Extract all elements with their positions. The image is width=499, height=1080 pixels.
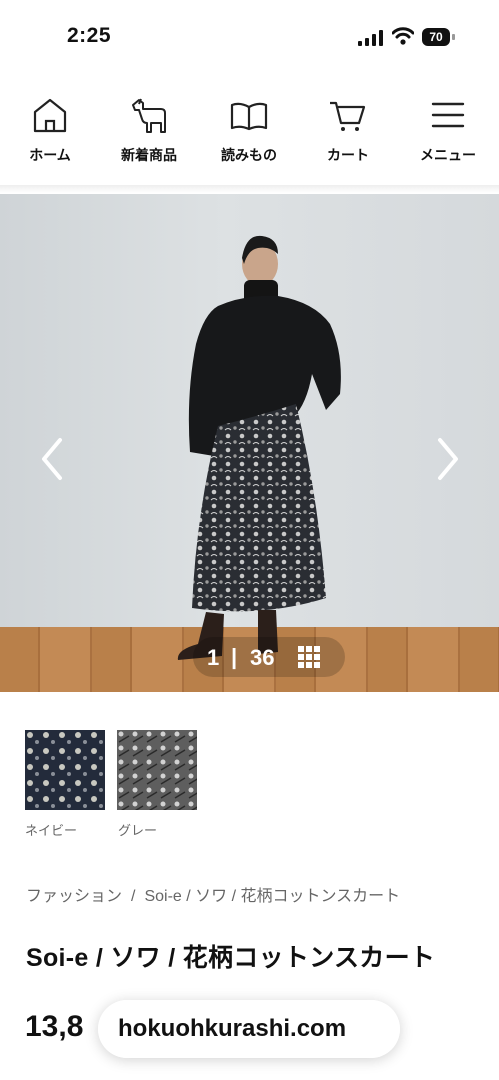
gray-fabric-thumbnail <box>117 730 197 810</box>
status-time: 2:25 <box>67 24 112 47</box>
cart-icon <box>330 101 366 131</box>
product-photo <box>177 235 341 660</box>
image-counter-current: 1 <box>207 645 220 670</box>
color-swatch-label: ネイビー <box>25 823 78 838</box>
image-counter-total: 36 <box>250 645 275 670</box>
nav-item-home[interactable]: ホーム <box>5 95 95 165</box>
battery-icon: 70 <box>422 28 456 46</box>
product-image-carousel[interactable]: 1 | 36 <box>0 194 499 692</box>
product-title: Soi-e / ソワ / 花柄コットンスカート <box>26 944 436 972</box>
status-bar: 2:25 70 <box>0 0 499 70</box>
nav-divider <box>0 185 499 193</box>
product-price: 13,8 <box>25 1010 84 1043</box>
breadcrumb-item-fashion[interactable]: ファッション <box>26 882 122 906</box>
nav-item-label: 新着商品 <box>121 147 177 163</box>
book-icon <box>230 102 268 131</box>
horse-icon <box>132 98 166 133</box>
battery-level: 70 <box>422 28 450 46</box>
url-text: hokuohkurashi.com <box>118 1015 347 1042</box>
carousel-next-arrow[interactable] <box>432 434 462 484</box>
color-swatch-label: グレー <box>118 823 158 838</box>
wifi-icon <box>392 27 414 45</box>
home-icon <box>33 98 67 133</box>
browser-address-bar[interactable]: hokuohkurashi.com <box>98 1000 400 1058</box>
navy-fabric-thumbnail <box>25 730 105 810</box>
carousel-prev-arrow[interactable] <box>38 434 68 484</box>
color-swatch-gray[interactable] <box>117 730 197 810</box>
color-swatch-navy[interactable] <box>25 730 105 810</box>
breadcrumb: ファッション / Soi-e / ソワ / 花柄コットンスカート <box>26 882 400 906</box>
image-counter-separator: | <box>231 644 238 669</box>
image-counter[interactable]: 1 | 36 <box>193 637 345 677</box>
nav-item-new-arrivals[interactable]: 新着商品 <box>104 95 194 165</box>
nav-item-label: ホーム <box>29 147 71 163</box>
breadcrumb-item-current: Soi-e / ソワ / 花柄コットンスカート <box>144 888 401 905</box>
nav-item-label: 読みもの <box>221 147 277 163</box>
cellular-signal-icon <box>358 30 383 46</box>
nav-item-cart[interactable]: カート <box>303 95 393 165</box>
nav-item-label: カート <box>327 147 369 163</box>
breadcrumb-separator: / <box>131 888 136 905</box>
top-navigation: ホーム 新着商品 読みもの カート メニュー <box>0 95 499 180</box>
nav-item-menu[interactable]: メニュー <box>403 95 493 165</box>
nav-item-label: メニュー <box>420 147 476 163</box>
grid-view-icon[interactable] <box>298 646 320 668</box>
menu-icon <box>431 102 465 128</box>
nav-item-reading[interactable]: 読みもの <box>204 95 294 165</box>
